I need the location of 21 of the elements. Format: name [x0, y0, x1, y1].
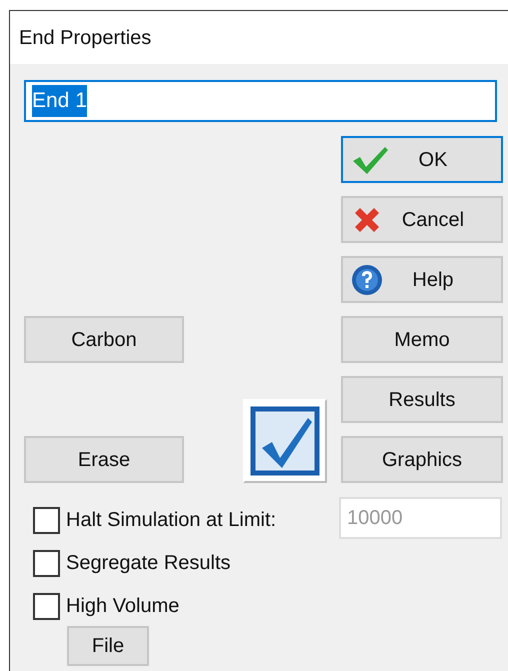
- checkbox-label: Segregate Results: [66, 551, 231, 576]
- dialog-button[interactable]: Help: [341, 256, 503, 303]
- checkbox[interactable]: [33, 592, 60, 620]
- dialog-button[interactable]: Graphics: [341, 436, 503, 483]
- field-text: End 1: [32, 85, 87, 117]
- check-icon: [351, 144, 389, 174]
- dialog-button[interactable]: Cancel: [341, 196, 503, 243]
- checkbox[interactable]: [33, 550, 60, 576]
- checkbox-label: High Volume: [66, 594, 180, 619]
- action-button[interactable]: Carbon: [24, 316, 184, 363]
- dialog-button[interactable]: OK: [341, 136, 503, 183]
- check-icon: [250, 406, 320, 476]
- dialog-button[interactable]: Results: [341, 376, 503, 423]
- file-button[interactable]: File: [67, 626, 149, 666]
- action-button[interactable]: Erase: [24, 436, 184, 483]
- check-image-button[interactable]: [243, 399, 327, 483]
- checkbox-label: Halt Simulation at Limit:: [66, 508, 276, 533]
- checkbox[interactable]: [33, 506, 60, 534]
- dialog-button[interactable]: Memo: [341, 316, 503, 363]
- name-field[interactable]: End 1: [24, 80, 497, 122]
- help-icon: [351, 264, 383, 296]
